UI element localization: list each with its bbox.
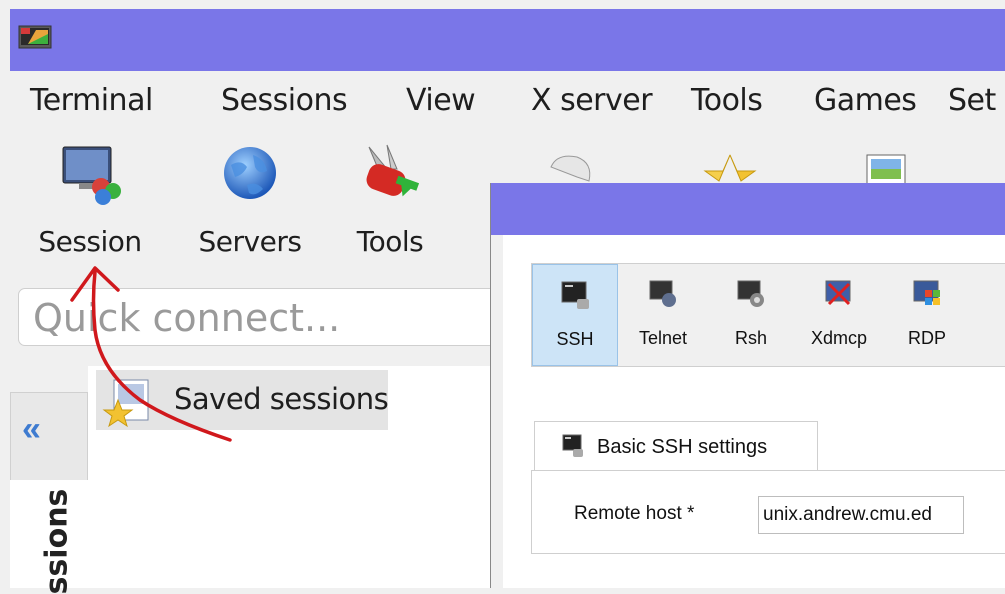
tools-button-label: Tools bbox=[356, 225, 424, 258]
session-button-label: Session bbox=[38, 225, 142, 258]
telnet-icon bbox=[649, 280, 676, 307]
session-type-rdp-label: RDP bbox=[907, 328, 946, 348]
saved-sessions-label: Saved sessions bbox=[174, 382, 389, 416]
menu-settings[interactable]: Set bbox=[948, 83, 996, 118]
quick-connect-input[interactable] bbox=[31, 295, 475, 341]
menu-view[interactable]: View bbox=[406, 83, 476, 118]
sidebar-collapse-button[interactable]: « bbox=[22, 410, 41, 449]
main-titlebar[interactable] bbox=[10, 9, 1005, 71]
menu-bar: Terminal Sessions View X server Tools Ga… bbox=[10, 71, 1005, 131]
remote-host-input[interactable] bbox=[758, 496, 964, 534]
session-type-ssh[interactable]: SSH bbox=[532, 264, 618, 366]
basic-ssh-settings-label: Basic SSH settings bbox=[597, 436, 768, 458]
servers-button-label: Servers bbox=[198, 225, 302, 258]
tools-button[interactable]: Tools bbox=[330, 131, 450, 271]
remote-host-label: Remote host * bbox=[574, 503, 695, 524]
saved-sessions-folder[interactable]: Saved sessions bbox=[96, 370, 389, 430]
menu-sessions[interactable]: Sessions bbox=[221, 83, 348, 118]
menu-x-server[interactable]: X server bbox=[531, 83, 653, 118]
quick-connect-box[interactable] bbox=[18, 288, 538, 346]
xdmcp-icon bbox=[825, 280, 851, 306]
menu-terminal[interactable]: Terminal bbox=[30, 83, 153, 118]
rsh-icon bbox=[737, 280, 764, 307]
session-type-telnet[interactable]: Telnet bbox=[620, 264, 706, 366]
menu-tools[interactable]: Tools bbox=[691, 83, 763, 118]
ssh-terminal-icon bbox=[561, 281, 589, 309]
mobaxterm-app-icon bbox=[18, 25, 52, 49]
dialog-titlebar[interactable] bbox=[491, 183, 1005, 235]
tab-basic-ssh-settings[interactable]: Basic SSH settings bbox=[534, 421, 818, 471]
sessions-vertical-tab[interactable]: ssions bbox=[30, 488, 74, 594]
servers-button[interactable]: Servers bbox=[190, 131, 310, 271]
session-type-xdmcp[interactable]: Xdmcp bbox=[796, 264, 882, 366]
session-settings-dialog: SSH Telnet Rsh Xdmcp RDP Basic SSH setti… bbox=[490, 183, 1005, 588]
rdp-icon bbox=[913, 280, 940, 305]
globe-icon bbox=[224, 147, 276, 199]
terminal-icon bbox=[562, 434, 583, 457]
session-type-xdmcp-label: Xdmcp bbox=[810, 328, 868, 348]
swiss-knife-icon bbox=[366, 144, 420, 197]
session-type-rsh[interactable]: Rsh bbox=[708, 264, 794, 366]
session-button[interactable]: Session bbox=[30, 131, 150, 271]
saved-sessions-star-icon bbox=[102, 379, 149, 428]
session-type-rdp[interactable]: RDP bbox=[884, 264, 970, 366]
monitor-session-icon bbox=[62, 146, 121, 205]
session-type-bar: SSH Telnet Rsh Xdmcp RDP bbox=[531, 263, 1005, 367]
session-type-ssh-label: SSH bbox=[556, 329, 594, 349]
sessions-vertical-tab-label: ssions bbox=[39, 488, 75, 594]
session-type-rsh-label: Rsh bbox=[734, 328, 767, 348]
menu-games[interactable]: Games bbox=[814, 83, 917, 118]
session-type-telnet-label: Telnet bbox=[638, 328, 688, 348]
